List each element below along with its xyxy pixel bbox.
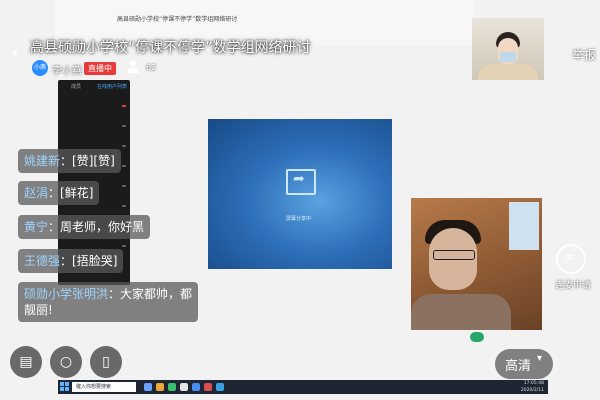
- webcam-person-shoulders: [478, 64, 538, 80]
- chat-text: 周老师，你好黑: [60, 220, 145, 234]
- chat-text: [鲜花]: [60, 186, 94, 200]
- taskbar-time: 17:05:48: [523, 381, 544, 386]
- host-avatar[interactable]: 小燕: [32, 60, 48, 76]
- shared-slide: 屏幕分享中: [208, 119, 392, 269]
- connect-mic-icon[interactable]: [556, 244, 586, 274]
- page-title: 高县硕勋小学校“停课不停学”数学组网络研讨: [30, 40, 311, 56]
- chat-message: 赵涓：[鲜花]: [18, 181, 100, 205]
- participant-action-button: [122, 105, 126, 107]
- chat-message: 黄宁：周老师，你好黑: [18, 215, 151, 239]
- webcam-person-glasses: [433, 250, 475, 260]
- shared-doc-title: 高县硕勋小学校“停课不停学”数学组网络研讨: [117, 16, 238, 23]
- chat-sender: 王德强: [24, 254, 61, 268]
- document-icon: ▤: [19, 354, 33, 370]
- participant-action-button: [122, 245, 126, 247]
- network-status-indicator: [470, 332, 484, 342]
- chevron-down-icon: ▾: [537, 353, 543, 364]
- viewer-icon: [126, 60, 140, 74]
- chat-sender: 姚建新: [24, 154, 61, 168]
- chat-message: 姚建新：[赞][赞]: [18, 149, 121, 173]
- chat-text: [赞][赞]: [72, 154, 115, 168]
- report-button[interactable]: 举报: [572, 46, 596, 63]
- taskbar-app-icon: [216, 383, 224, 391]
- participant-row: [64, 104, 128, 116]
- taskbar-clock: 17:05:48 2020/2/11: [521, 380, 544, 394]
- windows-taskbar: 键入你想要搜索 17:05:48 2020/2/11: [58, 380, 548, 394]
- webcam-person-shirt: [411, 294, 511, 330]
- video-quality-button[interactable]: 高清 ▾: [495, 349, 553, 379]
- taskbar-app-icon: [168, 383, 176, 391]
- comment-button[interactable]: ○: [50, 346, 82, 378]
- connect-mic-label[interactable]: 连麦申请: [555, 278, 591, 291]
- tab-online-users: 在线用户列表: [96, 84, 127, 90]
- phone-button[interactable]: ▯: [90, 346, 122, 378]
- video-quality-label: 高清: [505, 359, 532, 374]
- webcam-thumbnail-top[interactable]: [472, 18, 544, 80]
- share-list-button[interactable]: ▤: [10, 346, 42, 378]
- participant-action-button: [122, 125, 126, 127]
- chat-sender: 黄宁: [24, 220, 49, 234]
- participant-panel-tabs: 成员 在线用户列表: [58, 80, 130, 94]
- participant-action-button: [122, 185, 126, 187]
- chat-sender: 硕勋小学张明洪: [24, 287, 109, 301]
- taskbar-search-box: 键入你想要搜索: [72, 382, 136, 392]
- tab-members: 成员: [70, 84, 81, 90]
- participant-row: [64, 124, 128, 136]
- participant-action-button: [122, 205, 126, 207]
- chat-message: 王德强：[捂脸哭]: [18, 249, 124, 273]
- webcam-thumbnail-main[interactable]: [411, 198, 542, 330]
- chat-bubble-icon: ○: [59, 354, 73, 370]
- host-name: 李小燕: [52, 66, 82, 77]
- chat-message: 硕勋小学张明洪：大家都帅，都 靓丽!: [18, 282, 199, 322]
- windows-start-icon: [60, 382, 70, 392]
- taskbar-app-icon: [204, 383, 212, 391]
- taskbar-app-icon: [156, 383, 164, 391]
- participant-action-button: [122, 165, 126, 167]
- slide-caption: 屏幕分享中: [286, 216, 312, 222]
- taskbar-app-icon: [144, 383, 152, 391]
- webcam-background-window: [509, 202, 539, 250]
- chat-sender: 赵涓: [24, 186, 49, 200]
- screen-share-icon: [286, 169, 316, 195]
- viewer-count: 62: [146, 63, 157, 72]
- chat-text: 大家都帅，都: [120, 287, 193, 301]
- taskbar-app-icon: [192, 383, 200, 391]
- participant-action-button: [122, 145, 126, 147]
- webcam-person-mask: [500, 52, 516, 62]
- back-icon[interactable]: ‹: [8, 42, 22, 66]
- chat-text-continued: 靓丽!: [24, 303, 53, 317]
- phone-icon: ▯: [102, 354, 110, 370]
- live-status-badge: 直播中: [84, 62, 116, 75]
- taskbar-app-icon: [180, 383, 188, 391]
- taskbar-date: 2020/2/11: [520, 388, 544, 393]
- chat-text: [捂脸哭]: [72, 254, 118, 268]
